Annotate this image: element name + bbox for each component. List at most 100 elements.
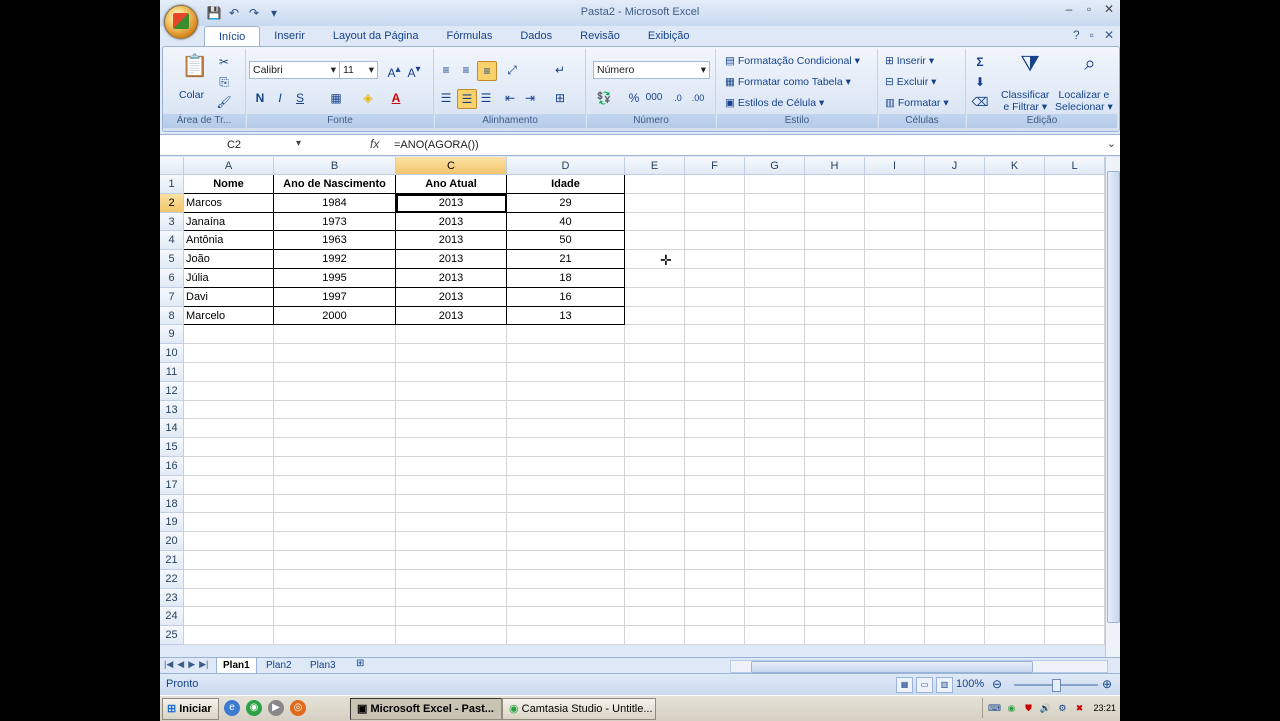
cell[interactable]: 2013: [396, 269, 507, 288]
cell[interactable]: [1045, 175, 1105, 194]
office-button[interactable]: [164, 5, 198, 39]
cell[interactable]: [685, 419, 745, 439]
table-header-cell[interactable]: Nome: [184, 175, 274, 194]
align-top-icon[interactable]: ≡: [437, 61, 455, 79]
cell[interactable]: [985, 306, 1045, 326]
cell[interactable]: [396, 532, 507, 551]
cell[interactable]: [925, 607, 985, 627]
first-sheet-icon[interactable]: |◀: [164, 659, 173, 670]
cell[interactable]: [745, 588, 805, 608]
cell[interactable]: 21: [507, 250, 625, 269]
cell[interactable]: [685, 569, 745, 589]
cell[interactable]: [625, 306, 685, 326]
cell[interactable]: [745, 438, 805, 457]
zoom-in-icon[interactable]: ⊕: [1102, 677, 1112, 691]
cell[interactable]: [685, 344, 745, 363]
cell[interactable]: [985, 193, 1045, 213]
cell[interactable]: [1045, 250, 1105, 269]
cell[interactable]: [396, 344, 507, 363]
cell[interactable]: [985, 626, 1045, 645]
align-middle-icon[interactable]: ≡: [457, 61, 475, 79]
cell[interactable]: 1995: [274, 269, 396, 288]
cell[interactable]: [396, 475, 507, 495]
row-header[interactable]: 24: [160, 607, 184, 627]
cell[interactable]: [745, 344, 805, 363]
cell[interactable]: [985, 457, 1045, 476]
taskbar-camtasia-button[interactable]: ◉ Camtasia Studio - Untitle...: [502, 698, 656, 720]
cell[interactable]: [865, 381, 925, 401]
cell[interactable]: 2013: [396, 212, 507, 232]
cell[interactable]: [396, 400, 507, 420]
cell[interactable]: [507, 569, 625, 589]
cell[interactable]: [625, 607, 685, 627]
cell[interactable]: 50: [507, 231, 625, 251]
shrink-font-icon[interactable]: A▾: [405, 61, 423, 80]
cell[interactable]: [925, 475, 985, 495]
chevron-down-icon[interactable]: ▾: [296, 138, 301, 149]
cell[interactable]: Júlia: [184, 269, 274, 288]
cell[interactable]: 2013: [396, 287, 507, 307]
paste-icon[interactable]: 📋: [181, 55, 208, 85]
cell[interactable]: [1045, 457, 1105, 476]
cell[interactable]: [274, 325, 396, 345]
cell[interactable]: [865, 175, 925, 194]
cell[interactable]: [745, 626, 805, 645]
cell[interactable]: [625, 344, 685, 363]
cell[interactable]: [805, 250, 865, 269]
cell[interactable]: [985, 551, 1045, 570]
cell[interactable]: [685, 438, 745, 457]
cell[interactable]: 2013: [396, 231, 507, 251]
tab-dados[interactable]: Dados: [506, 26, 566, 46]
delete-cells-button[interactable]: ⊟ Excluir ▾: [885, 76, 936, 88]
cell[interactable]: [625, 175, 685, 194]
cell[interactable]: 1992: [274, 250, 396, 269]
cell[interactable]: [1045, 381, 1105, 401]
tab-revisao[interactable]: Revisão: [566, 26, 634, 46]
cell[interactable]: [184, 381, 274, 401]
align-center-icon[interactable]: ☰: [457, 89, 477, 109]
cell[interactable]: [685, 250, 745, 269]
cell[interactable]: [1045, 325, 1105, 345]
cell[interactable]: [274, 532, 396, 551]
network-icon[interactable]: ⚙: [1055, 701, 1069, 715]
cell[interactable]: [925, 175, 985, 194]
cell[interactable]: 2013: [396, 250, 507, 269]
cell[interactable]: [507, 325, 625, 345]
cell[interactable]: Antônia: [184, 231, 274, 251]
cell[interactable]: [507, 363, 625, 382]
table-header-cell[interactable]: Ano de Nascimento: [274, 175, 396, 194]
cell[interactable]: [507, 381, 625, 401]
cell[interactable]: 16: [507, 287, 625, 307]
cell[interactable]: [625, 532, 685, 551]
cell[interactable]: [625, 588, 685, 608]
format-painter-icon[interactable]: 🖌: [215, 93, 233, 111]
cell[interactable]: [985, 250, 1045, 269]
cell[interactable]: [985, 569, 1045, 589]
vertical-scroll-thumb[interactable]: [1107, 171, 1120, 623]
cell[interactable]: [1045, 287, 1105, 307]
cell[interactable]: [184, 344, 274, 363]
cell[interactable]: [1045, 269, 1105, 288]
cell[interactable]: [865, 475, 925, 495]
cell[interactable]: [396, 419, 507, 439]
cell[interactable]: [507, 513, 625, 533]
cell[interactable]: [745, 212, 805, 232]
row-header[interactable]: 6: [160, 269, 184, 288]
cell[interactable]: [685, 513, 745, 533]
increase-decimal-icon[interactable]: .0: [669, 89, 687, 107]
cell[interactable]: [865, 344, 925, 363]
sheet-tab-plan2[interactable]: Plan2: [260, 658, 298, 673]
cell[interactable]: [805, 306, 865, 326]
cell[interactable]: [865, 438, 925, 457]
cell[interactable]: [1045, 551, 1105, 570]
cell[interactable]: [865, 212, 925, 232]
row-header[interactable]: 1: [160, 175, 184, 194]
cell[interactable]: [985, 588, 1045, 608]
cell[interactable]: [925, 551, 985, 570]
tab-layout[interactable]: Layout da Página: [319, 26, 433, 46]
redo-icon[interactable]: ↷: [246, 5, 262, 21]
cell[interactable]: [507, 419, 625, 439]
cell[interactable]: [396, 438, 507, 457]
cell[interactable]: [985, 475, 1045, 495]
cell[interactable]: Davi: [184, 287, 274, 307]
